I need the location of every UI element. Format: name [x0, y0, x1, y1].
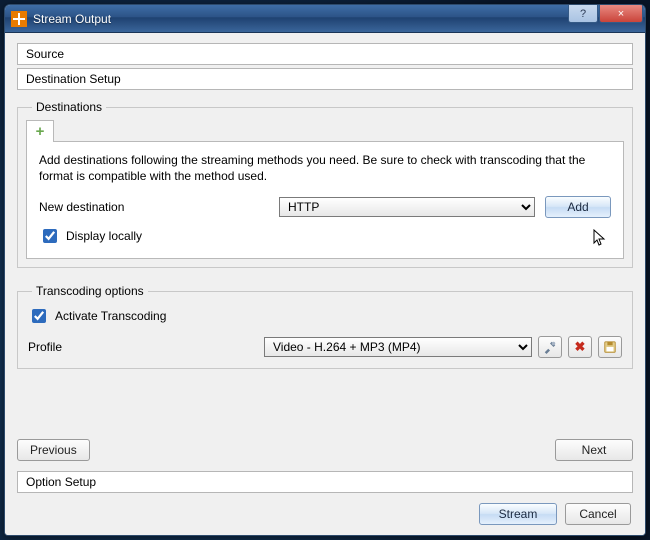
display-locally-checkbox[interactable]	[43, 229, 57, 243]
new-destination-label: New destination	[39, 200, 269, 214]
stream-button[interactable]: Stream	[479, 503, 557, 525]
next-button[interactable]: Next	[555, 439, 633, 461]
section-destination-setup[interactable]: Destination Setup	[17, 68, 633, 90]
save-icon	[603, 340, 617, 354]
destinations-group: Destinations + Add destinations followin…	[17, 100, 633, 268]
client-area: Source Destination Setup Destinations + …	[5, 33, 645, 535]
window-buttons: ? ×	[567, 5, 643, 23]
add-destination-tab[interactable]: +	[26, 120, 54, 142]
profile-label: Profile	[28, 340, 258, 354]
spacer	[17, 375, 633, 433]
add-button[interactable]: Add	[545, 196, 611, 218]
destinations-legend: Destinations	[32, 100, 106, 114]
display-locally-row: Display locally	[39, 226, 611, 246]
previous-button[interactable]: Previous	[17, 439, 90, 461]
save-profile-button[interactable]	[598, 336, 622, 358]
activate-transcoding-checkbox[interactable]	[32, 309, 46, 323]
section-source[interactable]: Source	[17, 43, 633, 65]
plus-icon: +	[36, 123, 45, 140]
destinations-panel: Add destinations following the streaming…	[26, 142, 624, 259]
new-destination-row: New destination HTTP Add	[39, 196, 611, 218]
footer: Stream Cancel	[17, 493, 633, 525]
titlebar[interactable]: Stream Output ? ×	[5, 5, 645, 33]
destinations-description: Add destinations following the streaming…	[39, 152, 611, 184]
display-locally-label: Display locally	[66, 229, 142, 243]
section-option-setup[interactable]: Option Setup	[17, 471, 633, 493]
cancel-button[interactable]: Cancel	[565, 503, 631, 525]
vlc-icon	[11, 11, 27, 27]
destinations-tabstrip: +	[26, 120, 624, 142]
window-title: Stream Output	[33, 12, 111, 26]
tools-icon	[543, 340, 557, 354]
activate-transcoding-row: Activate Transcoding	[28, 306, 622, 326]
transcoding-legend: Transcoding options	[32, 284, 148, 298]
stream-output-window: Stream Output ? × Source Destination Set…	[4, 4, 646, 536]
destination-method-select[interactable]: HTTP	[279, 197, 535, 217]
help-button[interactable]: ?	[568, 5, 598, 23]
activate-transcoding-label: Activate Transcoding	[55, 309, 166, 323]
transcoding-group: Transcoding options Activate Transcoding…	[17, 284, 633, 369]
edit-profile-button[interactable]	[538, 336, 562, 358]
close-button[interactable]: ×	[599, 5, 643, 23]
profile-row: Profile Video - H.264 + MP3 (MP4) ✖	[28, 336, 622, 358]
profile-select[interactable]: Video - H.264 + MP3 (MP4)	[264, 337, 532, 357]
nav-row: Previous Next	[17, 439, 633, 461]
delete-profile-button[interactable]: ✖	[568, 336, 592, 358]
